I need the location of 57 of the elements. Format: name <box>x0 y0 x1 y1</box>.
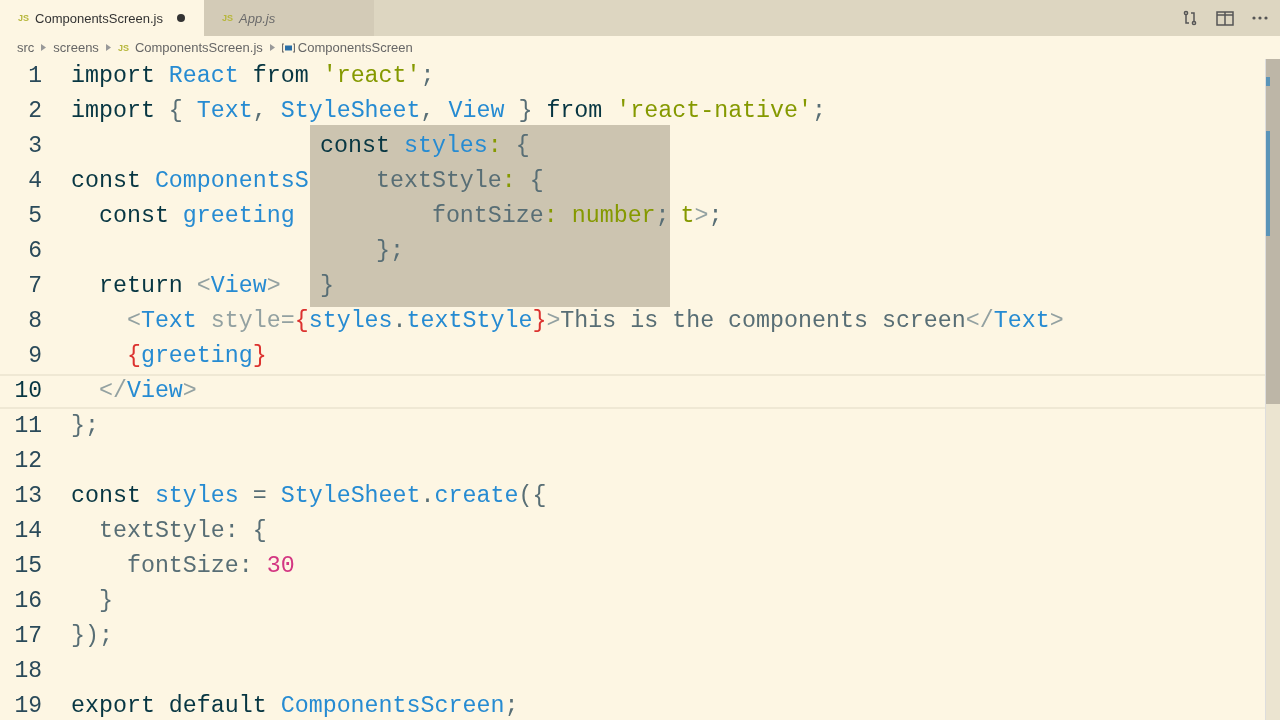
code-line: <Text style={styles.textStyle}>This is the components screen</Text> <box>125 309 1064 334</box>
line-number: 3 <box>27 135 42 158</box>
breadcrumb-item[interactable]: src <box>17 40 35 55</box>
line-number: 19 <box>13 695 42 718</box>
line-number: 5 <box>27 205 42 228</box>
chevron-icon <box>41 44 47 51</box>
breadcrumb-item[interactable]: ComponentsScreen <box>281 40 413 55</box>
line-number: 1 <box>27 65 42 88</box>
chevron-icon <box>105 44 111 51</box>
breadcrumb-item[interactable]: JS ComponentsScreen.js <box>117 40 263 55</box>
code-line: return <View> <box>97 274 281 299</box>
split-editor-icon[interactable] <box>1216 10 1234 26</box>
editor-tab[interactable]: JS ComponentsScreen.js <box>0 0 204 36</box>
line-number: 7 <box>27 275 42 298</box>
line-number: 18 <box>13 660 42 683</box>
line-number: 12 <box>13 450 42 473</box>
line-number: 2 <box>27 100 42 123</box>
code-line: } <box>97 589 113 614</box>
code-line: import { Text, StyleSheet, View } from 'react-native'; <box>71 99 826 124</box>
line-number: 4 <box>27 170 42 193</box>
tooltip-code-line: const styles: { <box>320 133 530 159</box>
line-number: 13 <box>13 485 42 508</box>
more-icon[interactable] <box>1252 16 1268 20</box>
chevron-icon <box>269 44 275 51</box>
line-number: 14 <box>13 520 42 543</box>
code-line: </View> <box>97 379 197 404</box>
breadcrumb-item[interactable]: screens <box>53 40 99 55</box>
line-number: 9 <box>27 345 42 368</box>
editor-tab[interactable]: JS App.js <box>204 0 374 36</box>
tooltip-code-line: }; <box>374 238 404 264</box>
scrollbar[interactable] <box>1265 59 1280 720</box>
line-number: 17 <box>13 625 42 648</box>
symbol-icon <box>281 42 295 53</box>
code-line: import React from 'react'; <box>71 64 435 89</box>
line-number: 15 <box>13 555 42 578</box>
line-number: 6 <box>27 240 42 263</box>
code-line: fontSize: 30 <box>125 554 295 579</box>
code-line: }; <box>71 414 99 439</box>
code-fragment: t>; <box>680 204 723 229</box>
js-file-icon: JS <box>117 42 129 53</box>
tooltip-code-line: } <box>320 273 335 299</box>
tooltip-code-line: textStyle: { <box>374 168 544 194</box>
tooltip-code-line: fontSize: number; <box>430 203 670 229</box>
code-line: textStyle: { <box>97 519 267 544</box>
code-line: {greeting} <box>125 344 267 369</box>
code-line: const greeting <box>97 204 295 229</box>
line-number: 10 <box>13 380 42 403</box>
js-file-icon: JS <box>222 13 233 23</box>
line-number: 11 <box>13 415 42 438</box>
code-line: export default ComponentsScreen; <box>71 694 519 719</box>
code-line: const ComponentsS <box>71 169 309 194</box>
code-line: }); <box>71 624 113 649</box>
line-number: 8 <box>27 310 42 333</box>
line-number: 16 <box>13 590 42 613</box>
compare-changes-icon[interactable] <box>1182 10 1198 26</box>
js-file-icon: JS <box>18 13 29 23</box>
code-line: const styles = StyleSheet.create({ <box>71 484 547 509</box>
